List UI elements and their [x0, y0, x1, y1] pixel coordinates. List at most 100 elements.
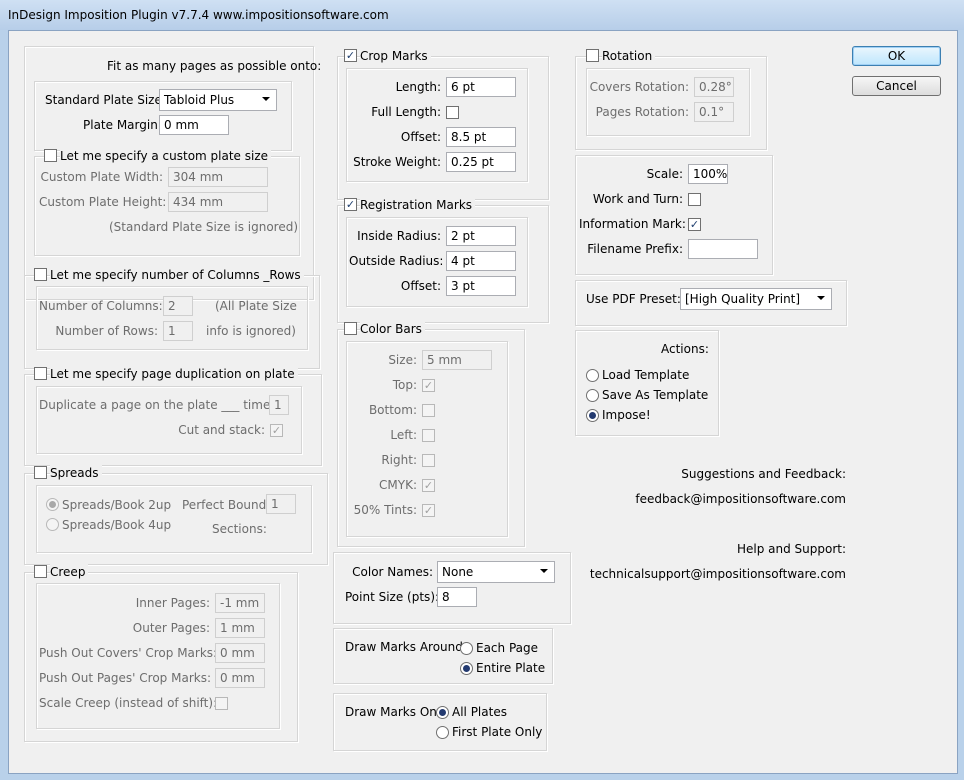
pdf-preset-label: Use PDF Preset: — [586, 292, 681, 306]
outside-radius-input[interactable]: 4 pt — [446, 251, 516, 271]
pages-rotation-label: Pages Rotation: — [595, 105, 689, 119]
plate-size-label: Standard Plate Size: — [45, 93, 166, 107]
spreads-4up-radio[interactable] — [46, 518, 59, 531]
duplication-label: Let me specify page duplication on plate — [50, 366, 298, 382]
perfect-bound-input[interactable]: 1 — [266, 494, 296, 514]
all-plates-label: All Plates — [452, 705, 507, 719]
rotation-checkbox[interactable] — [586, 49, 599, 62]
creep-checkbox[interactable] — [34, 565, 47, 578]
load-template-radio[interactable] — [586, 369, 599, 382]
entire-plate-label: Entire Plate — [476, 661, 546, 675]
covers-crop-input[interactable]: 0 mm — [215, 643, 265, 663]
ok-button[interactable]: OK — [852, 46, 941, 66]
impose-label: Impose! — [602, 408, 651, 422]
first-plate-radio[interactable] — [436, 726, 449, 739]
creep-label: Creep — [50, 564, 89, 580]
color-names-dropdown[interactable]: None — [437, 561, 555, 583]
help-email: technicalsupport@impositionsoftware.com — [589, 567, 846, 581]
plate-margin-label: Plate Margin: — [83, 118, 162, 132]
outside-radius-label: Outside Radius: — [349, 254, 444, 268]
cancel-button[interactable]: Cancel — [852, 76, 941, 96]
plate-margin-input[interactable]: 0 mm — [159, 115, 229, 135]
crop-marks-checkbox[interactable]: ✓ — [344, 49, 357, 62]
registration-offset-input[interactable]: 3 pt — [446, 276, 516, 296]
covers-rotation-input[interactable]: 0.28° — [694, 77, 734, 97]
all-plates-radio[interactable] — [436, 706, 449, 719]
custom-width-label: Custom Plate Width: — [40, 170, 163, 184]
work-turn-checkbox[interactable] — [688, 193, 701, 206]
bar-right-checkbox[interactable] — [422, 454, 435, 467]
sections-label: Sections: — [212, 522, 267, 536]
marks-on-group — [333, 693, 547, 751]
bar-size-input[interactable]: 5 mm — [422, 350, 492, 370]
bar-bottom-checkbox[interactable] — [422, 404, 435, 417]
scale-creep-label: Scale Creep (instead of shift): — [39, 696, 218, 710]
plate-size-dropdown[interactable]: Tabloid Plus — [159, 89, 277, 111]
scale-creep-checkbox[interactable] — [215, 697, 228, 710]
chevron-down-icon — [262, 97, 270, 101]
help-label: Help and Support: — [736, 542, 846, 556]
custom-width-input[interactable]: 304 mm — [168, 167, 268, 187]
rows-label: Number of Rows: — [55, 324, 158, 338]
custom-height-input[interactable]: 434 mm — [168, 192, 268, 212]
scale-input[interactable]: 100% — [688, 164, 728, 184]
crop-offset-input[interactable]: 8.5 pt — [446, 127, 516, 147]
entire-plate-radio[interactable] — [460, 662, 473, 675]
save-template-radio[interactable] — [586, 389, 599, 402]
custom-plate-note: (Standard Plate Size is ignored) — [109, 220, 299, 234]
rotation-label: Rotation — [602, 48, 656, 64]
bar-tints-checkbox[interactable]: ✓ — [422, 504, 435, 517]
cut-stack-checkbox[interactable]: ✓ — [270, 424, 283, 437]
marks-around-label: Draw Marks Around: — [345, 640, 467, 654]
color-bars-checkbox[interactable] — [344, 322, 357, 335]
pages-crop-label: Push Out Pages' Crop Marks: — [39, 671, 211, 685]
full-length-label: Full Length: — [371, 105, 441, 119]
window-title: InDesign Imposition Plugin v7.7.4 www.im… — [8, 8, 389, 22]
pages-rotation-input[interactable]: 0.1° — [694, 102, 734, 122]
stroke-weight-input[interactable]: 0.25 pt — [446, 152, 516, 172]
chevron-down-icon — [540, 569, 548, 573]
crop-length-input[interactable]: 6 pt — [446, 77, 516, 97]
duplicate-input[interactable]: 1 — [269, 395, 289, 415]
inner-pages-input[interactable]: -1 mm — [215, 593, 265, 613]
bar-cmyk-checkbox[interactable]: ✓ — [422, 479, 435, 492]
bar-top-label: Top: — [392, 378, 417, 392]
bar-cmyk-label: CMYK: — [379, 478, 417, 492]
bar-size-label: Size: — [388, 353, 417, 367]
actions-label: Actions: — [661, 342, 709, 356]
point-size-input[interactable]: 8 — [437, 587, 477, 607]
bar-right-label: Right: — [381, 453, 417, 467]
chevron-down-icon — [817, 296, 825, 300]
columns-note-1: (All Plate Size — [215, 299, 297, 313]
load-template-label: Load Template — [602, 368, 690, 382]
title-bar: InDesign Imposition Plugin v7.7.4 www.im… — [0, 0, 964, 30]
info-mark-checkbox[interactable]: ✓ — [688, 218, 701, 231]
work-turn-label: Work and Turn: — [592, 192, 683, 206]
perfect-bound-label: Perfect Bound — [182, 498, 267, 512]
inside-radius-input[interactable]: 2 pt — [446, 226, 516, 246]
full-length-checkbox[interactable] — [446, 106, 459, 119]
filename-prefix-input[interactable] — [688, 239, 758, 259]
pdf-preset-dropdown[interactable]: [High Quality Print] — [680, 288, 832, 310]
spreads-2up-radio[interactable] — [46, 498, 59, 511]
columns-input[interactable]: 2 — [163, 296, 193, 316]
bar-top-checkbox[interactable]: ✓ — [422, 379, 435, 392]
covers-crop-label: Push Out Covers' Crop Marks: — [39, 646, 218, 660]
impose-radio[interactable] — [586, 409, 599, 422]
pages-crop-input[interactable]: 0 mm — [215, 668, 265, 688]
spreads-checkbox[interactable] — [34, 466, 47, 479]
each-page-radio[interactable] — [460, 642, 473, 655]
custom-plate-checkbox[interactable] — [44, 149, 57, 162]
registration-checkbox[interactable]: ✓ — [344, 198, 357, 211]
duplication-checkbox[interactable] — [34, 367, 47, 380]
crop-offset-label: Offset: — [400, 130, 441, 144]
info-mark-label: Information Mark: — [579, 217, 686, 231]
bar-left-checkbox[interactable] — [422, 429, 435, 442]
outer-pages-input[interactable]: 1 mm — [215, 618, 265, 638]
color-names-value: None — [442, 565, 474, 579]
rows-input[interactable]: 1 — [163, 321, 193, 341]
columns-rows-checkbox[interactable] — [34, 268, 47, 281]
covers-rotation-label: Covers Rotation: — [589, 80, 689, 94]
each-page-label: Each Page — [476, 641, 539, 655]
inner-pages-label: Inner Pages: — [135, 596, 210, 610]
